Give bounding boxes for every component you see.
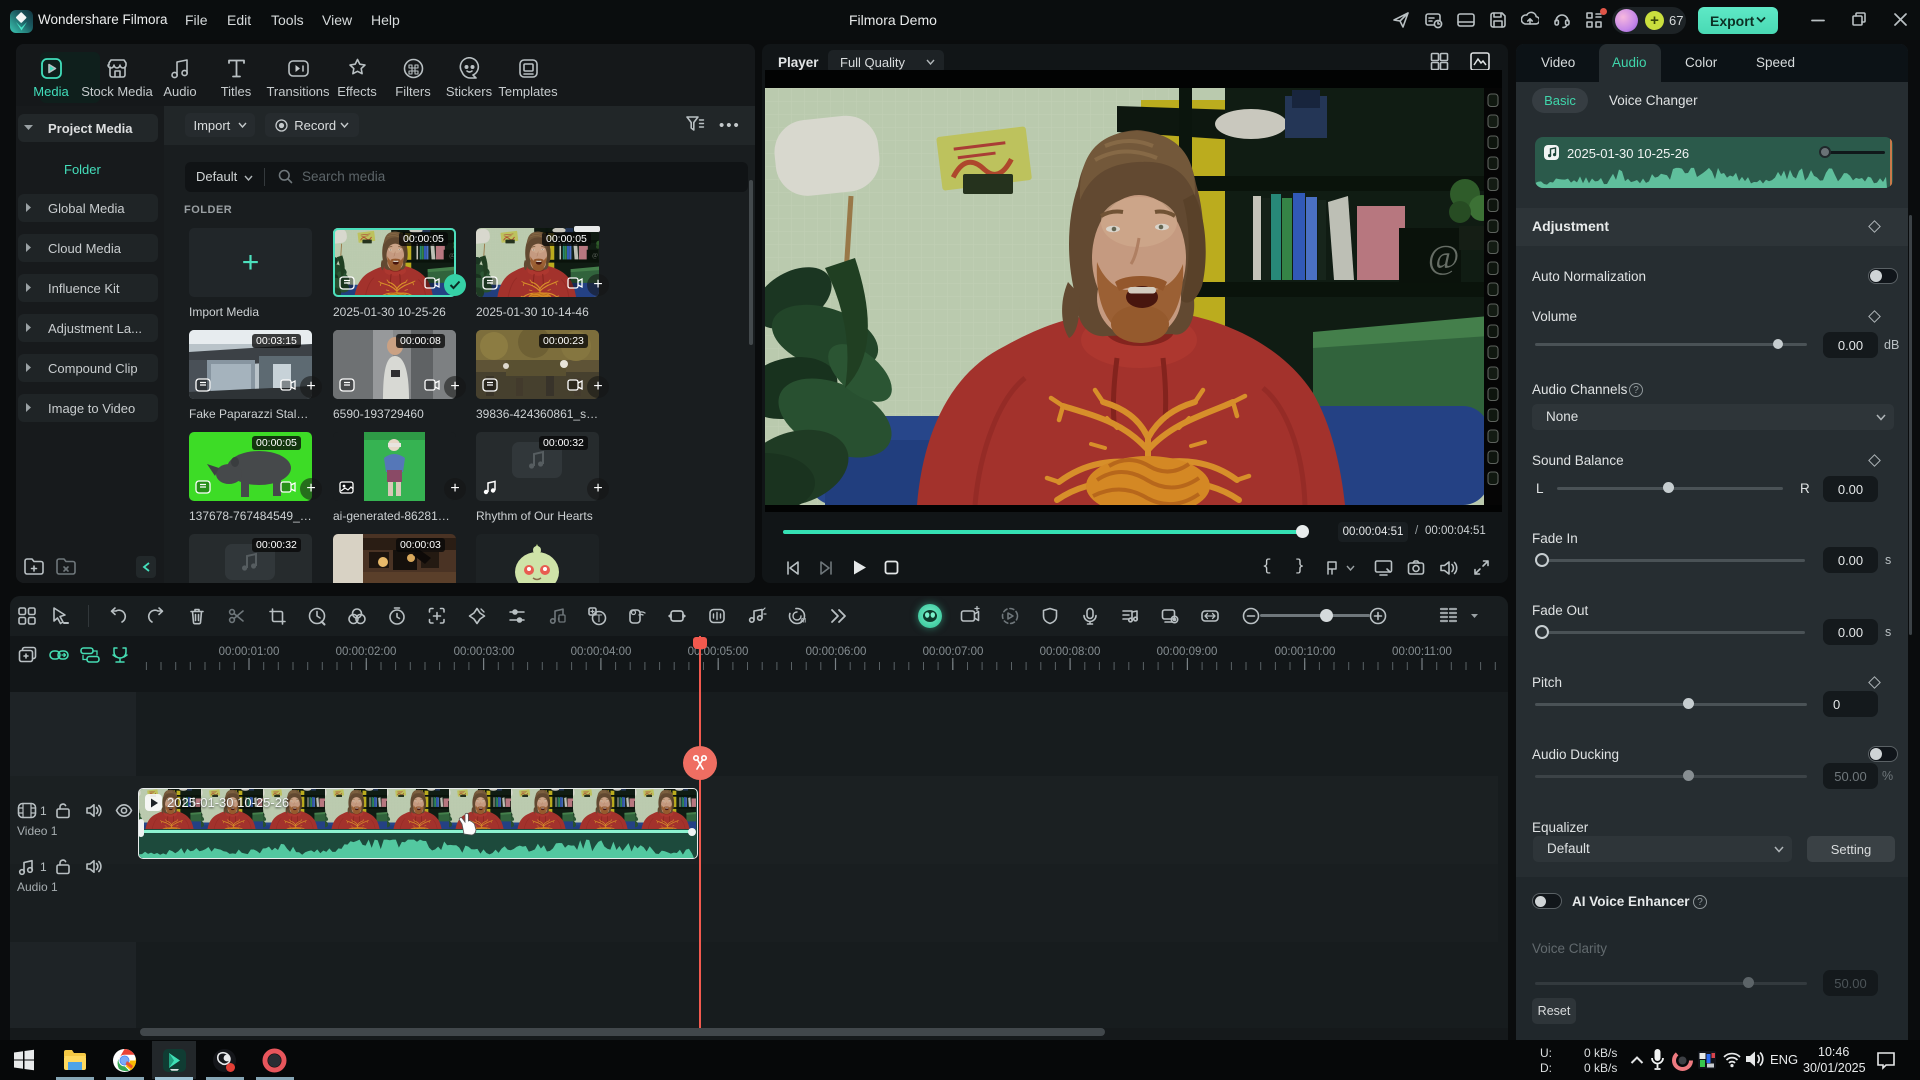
svg-text:T: T [596,613,603,625]
svg-text:AI: AI [800,619,806,625]
